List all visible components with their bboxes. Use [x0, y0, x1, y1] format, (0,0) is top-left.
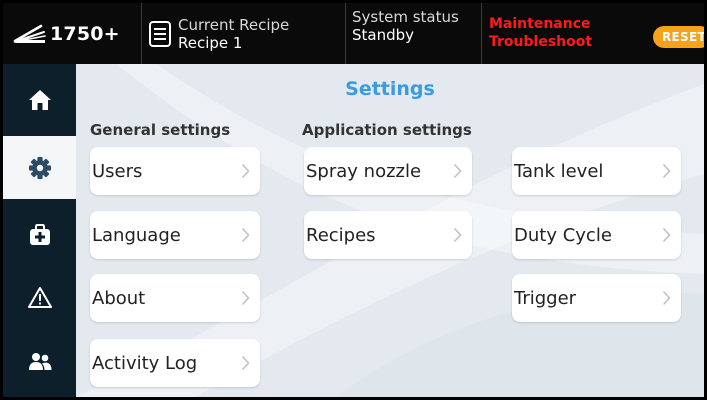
status-title: System status [352, 8, 459, 26]
users-button[interactable]: Users [90, 147, 260, 195]
tile-label: Activity Log [92, 352, 198, 374]
chevron-right-icon [662, 290, 671, 306]
gear-icon [28, 156, 51, 179]
general-settings-heading: General settings [90, 121, 231, 139]
settings-panel: Settings General settings Application se… [76, 64, 704, 397]
app-window: 1750+ Current Recipe Recipe 1 System sta… [0, 0, 707, 400]
home-icon [28, 89, 51, 110]
document-icon [149, 20, 171, 47]
trigger-button[interactable]: Trigger [512, 274, 681, 322]
chevron-right-icon [453, 163, 462, 179]
alert-messages[interactable]: Maintenance Troubleshoot [489, 15, 592, 51]
troubleshoot-alert[interactable]: Troubleshoot [489, 33, 592, 51]
status-bar: 1750+ Current Recipe Recipe 1 System sta… [3, 3, 704, 64]
first-aid-kit-icon [29, 223, 50, 245]
recipes-button[interactable]: Recipes [304, 211, 472, 259]
sidebar-item-settings[interactable] [3, 136, 76, 199]
chevron-right-icon [453, 227, 462, 243]
reset-button[interactable]: RESET [653, 26, 704, 48]
tile-label: Tank level [514, 160, 604, 182]
maintenance-alert[interactable]: Maintenance [489, 15, 592, 33]
chevron-right-icon [241, 227, 250, 243]
sidebar-item-alarms[interactable] [3, 266, 76, 329]
chevron-right-icon [241, 163, 250, 179]
tile-label: About [92, 287, 146, 309]
warning-icon [27, 286, 52, 308]
sidebar [3, 64, 76, 397]
chevron-right-icon [662, 227, 671, 243]
language-button[interactable]: Language [90, 211, 260, 259]
tile-label: Duty Cycle [514, 224, 612, 246]
status-value: Standby [352, 26, 415, 44]
tile-label: Language [92, 224, 181, 246]
tile-label: Trigger [514, 287, 577, 309]
duty-cycle-button[interactable]: Duty Cycle [512, 211, 681, 259]
sprayer-logo-icon [13, 24, 46, 43]
sidebar-item-users[interactable] [3, 329, 76, 392]
model-label: 1750+ [50, 22, 120, 45]
sidebar-item-service[interactable] [3, 203, 76, 266]
tank-level-button[interactable]: Tank level [512, 147, 681, 195]
tile-label: Spray nozzle [306, 160, 422, 182]
activity-log-button[interactable]: Activity Log [90, 339, 260, 387]
system-status: System status Standby [352, 8, 459, 44]
divider [345, 3, 346, 64]
tile-label: Users [92, 160, 143, 182]
brand: 1750+ [11, 3, 120, 64]
recipe-value: Recipe 1 [178, 33, 243, 52]
users-icon [28, 352, 51, 370]
sidebar-item-home[interactable] [3, 68, 76, 131]
page-title: Settings [345, 78, 435, 100]
tile-label: Recipes [306, 224, 376, 246]
about-button[interactable]: About [90, 274, 260, 322]
divider [481, 3, 482, 64]
spray-nozzle-button[interactable]: Spray nozzle [304, 147, 472, 195]
application-settings-heading: Application settings [302, 121, 472, 139]
chevron-right-icon [241, 290, 250, 306]
divider [141, 3, 142, 64]
current-recipe[interactable]: Current Recipe Recipe 1 [148, 3, 289, 64]
chevron-right-icon [241, 355, 250, 371]
chevron-right-icon [662, 163, 671, 179]
recipe-title: Current Recipe [178, 15, 290, 34]
